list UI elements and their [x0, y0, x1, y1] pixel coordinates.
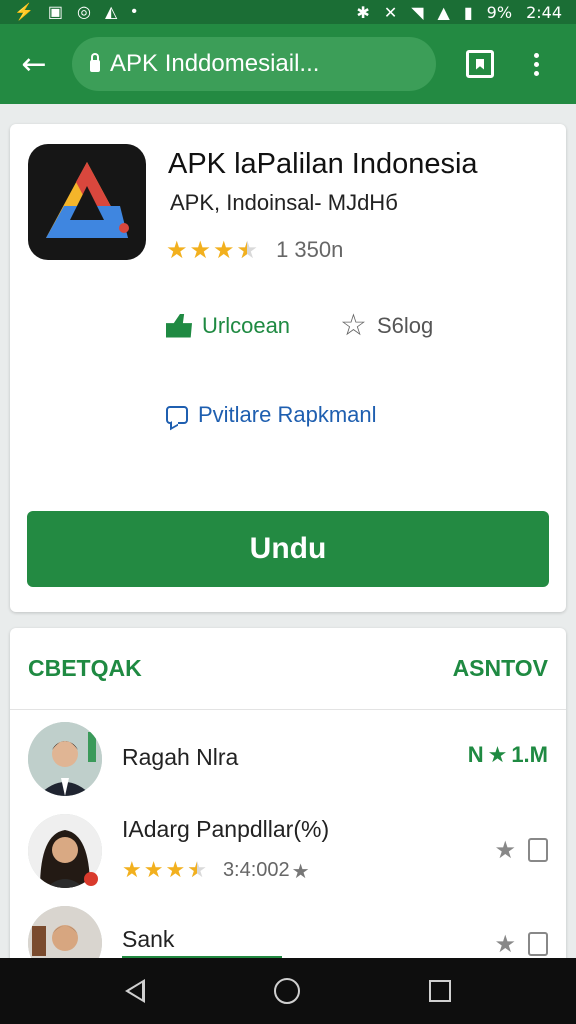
rating-count: 1 350n: [276, 237, 344, 262]
clock: 2:44: [526, 2, 562, 22]
share-icon[interactable]: [528, 838, 548, 862]
star-icon: ★: [122, 858, 142, 883]
url-text: APK Inddomesiail...: [110, 50, 320, 77]
more-vert-icon[interactable]: [534, 52, 539, 76]
back-arrow-icon[interactable]: ←: [12, 42, 56, 86]
status-left-icons: ⚡ ▣ ◎ ◭ •: [14, 2, 137, 22]
status-dot: [84, 872, 98, 886]
bluetooth-icon: ✱: [356, 2, 370, 22]
star-outline-icon: ☆: [340, 308, 367, 343]
mute-icon: ✕: [383, 2, 398, 22]
review-rating: ★ ★ ★ ★ 3:4:002 ★: [122, 858, 310, 883]
star-icon: ★: [291, 858, 310, 883]
star-icon: ★: [189, 236, 212, 264]
app-notification-icon: ▣: [47, 4, 64, 21]
alert-icon: ◭: [105, 4, 118, 21]
star-icon[interactable]: ★: [494, 930, 516, 958]
star-icon: ★: [213, 236, 235, 264]
list-item[interactable]: Ragah Nlra N ★ 1.M: [10, 722, 566, 802]
dot-icon: •: [131, 3, 137, 20]
app-actions: Urlcoean ☆ S6log: [166, 308, 506, 343]
chat-icon: [166, 406, 188, 424]
sync-icon: ◎: [77, 4, 92, 21]
half-star-icon: ★: [187, 858, 207, 883]
reviews-card: CBETQAK ASNTOV Ragah Nlra N ★ 1.M IAdarg…: [10, 628, 566, 968]
nav-back-icon[interactable]: [124, 979, 145, 1003]
battery-level: 9%: [486, 2, 513, 22]
url-bar[interactable]: APK Inddomesiail...: [72, 37, 436, 91]
reviewer-name: Sank: [122, 926, 175, 952]
review-actions: ★: [494, 836, 548, 864]
review-count: 3:4:002: [222, 859, 290, 881]
badge-value: 1.M: [511, 742, 548, 767]
rating-stars: ★ ★ ★ ★: [122, 858, 207, 883]
reviewer-name: IAdarg Panpdllar(%): [122, 816, 330, 842]
app-logo: [28, 144, 146, 260]
review-badge: N ★ 1.M: [468, 742, 548, 768]
share-link[interactable]: Pvitlare Rapkmanl: [166, 402, 377, 428]
status-bar: ⚡ ▣ ◎ ◭ • ✱ ✕ ◥ ▲ ▮ 9% 2:44: [0, 0, 576, 24]
app-rating: ★ ★ ★ ★ 1 350n: [166, 236, 343, 264]
tab-right[interactable]: ASNTOV: [453, 655, 548, 682]
star-icon: ★: [165, 858, 186, 883]
rating-stars: ★ ★ ★ ★: [166, 236, 258, 264]
star-icon[interactable]: ★: [494, 836, 516, 864]
tab-left[interactable]: CBETQAK: [28, 655, 142, 682]
favorite-button[interactable]: ☆ S6log: [340, 308, 433, 343]
status-right-icons: ✱ ✕ ◥ ▲ ▮ 9% 2:44: [356, 3, 562, 22]
list-item[interactable]: IAdarg Panpdllar(%) ★ ★ ★ ★ 3:4:002 ★ ★: [10, 812, 566, 898]
favorite-label: S6log: [376, 312, 434, 338]
nav-recents-icon[interactable]: [429, 980, 452, 1002]
navigation-bar: [0, 958, 576, 1024]
browser-toolbar: ← APK Inddomesiail...: [0, 24, 576, 104]
nav-home-icon[interactable]: [273, 978, 300, 1004]
bookmark-icon[interactable]: [466, 50, 494, 78]
install-button[interactable]: Undu: [27, 511, 549, 587]
half-star-icon: ★: [237, 236, 259, 264]
notification-icon: ⚡: [14, 4, 34, 21]
share-icon[interactable]: [528, 932, 548, 956]
thumbs-up-icon: [166, 313, 192, 338]
lock-icon: [90, 53, 100, 72]
star-icon: ★: [143, 858, 164, 883]
battery-icon: ▮: [463, 2, 473, 22]
badge-prefix: N: [467, 742, 484, 767]
app-title: APK laPalilan Indonesia: [168, 148, 478, 180]
like-label: Urlcoean: [202, 312, 291, 338]
wifi-icon: ◥: [411, 2, 424, 22]
like-button[interactable]: Urlcoean: [166, 313, 290, 339]
star-icon: ★: [166, 236, 188, 264]
reviewer-name: Ragah Nlra: [122, 744, 239, 770]
share-label: Pvitlare Rapkmanl: [198, 402, 377, 427]
review-actions: ★: [494, 930, 548, 958]
star-icon: ★: [487, 742, 508, 768]
signal-icon: ▲: [437, 2, 450, 22]
app-card: APK laPalilan Indonesia APK, Indoinsal- …: [10, 124, 566, 612]
app-subtitle: APK, Indoinsal- MJdНб: [170, 190, 398, 215]
avatar: [28, 722, 102, 796]
reviews-header: CBETQAK ASNTOV: [10, 628, 566, 710]
